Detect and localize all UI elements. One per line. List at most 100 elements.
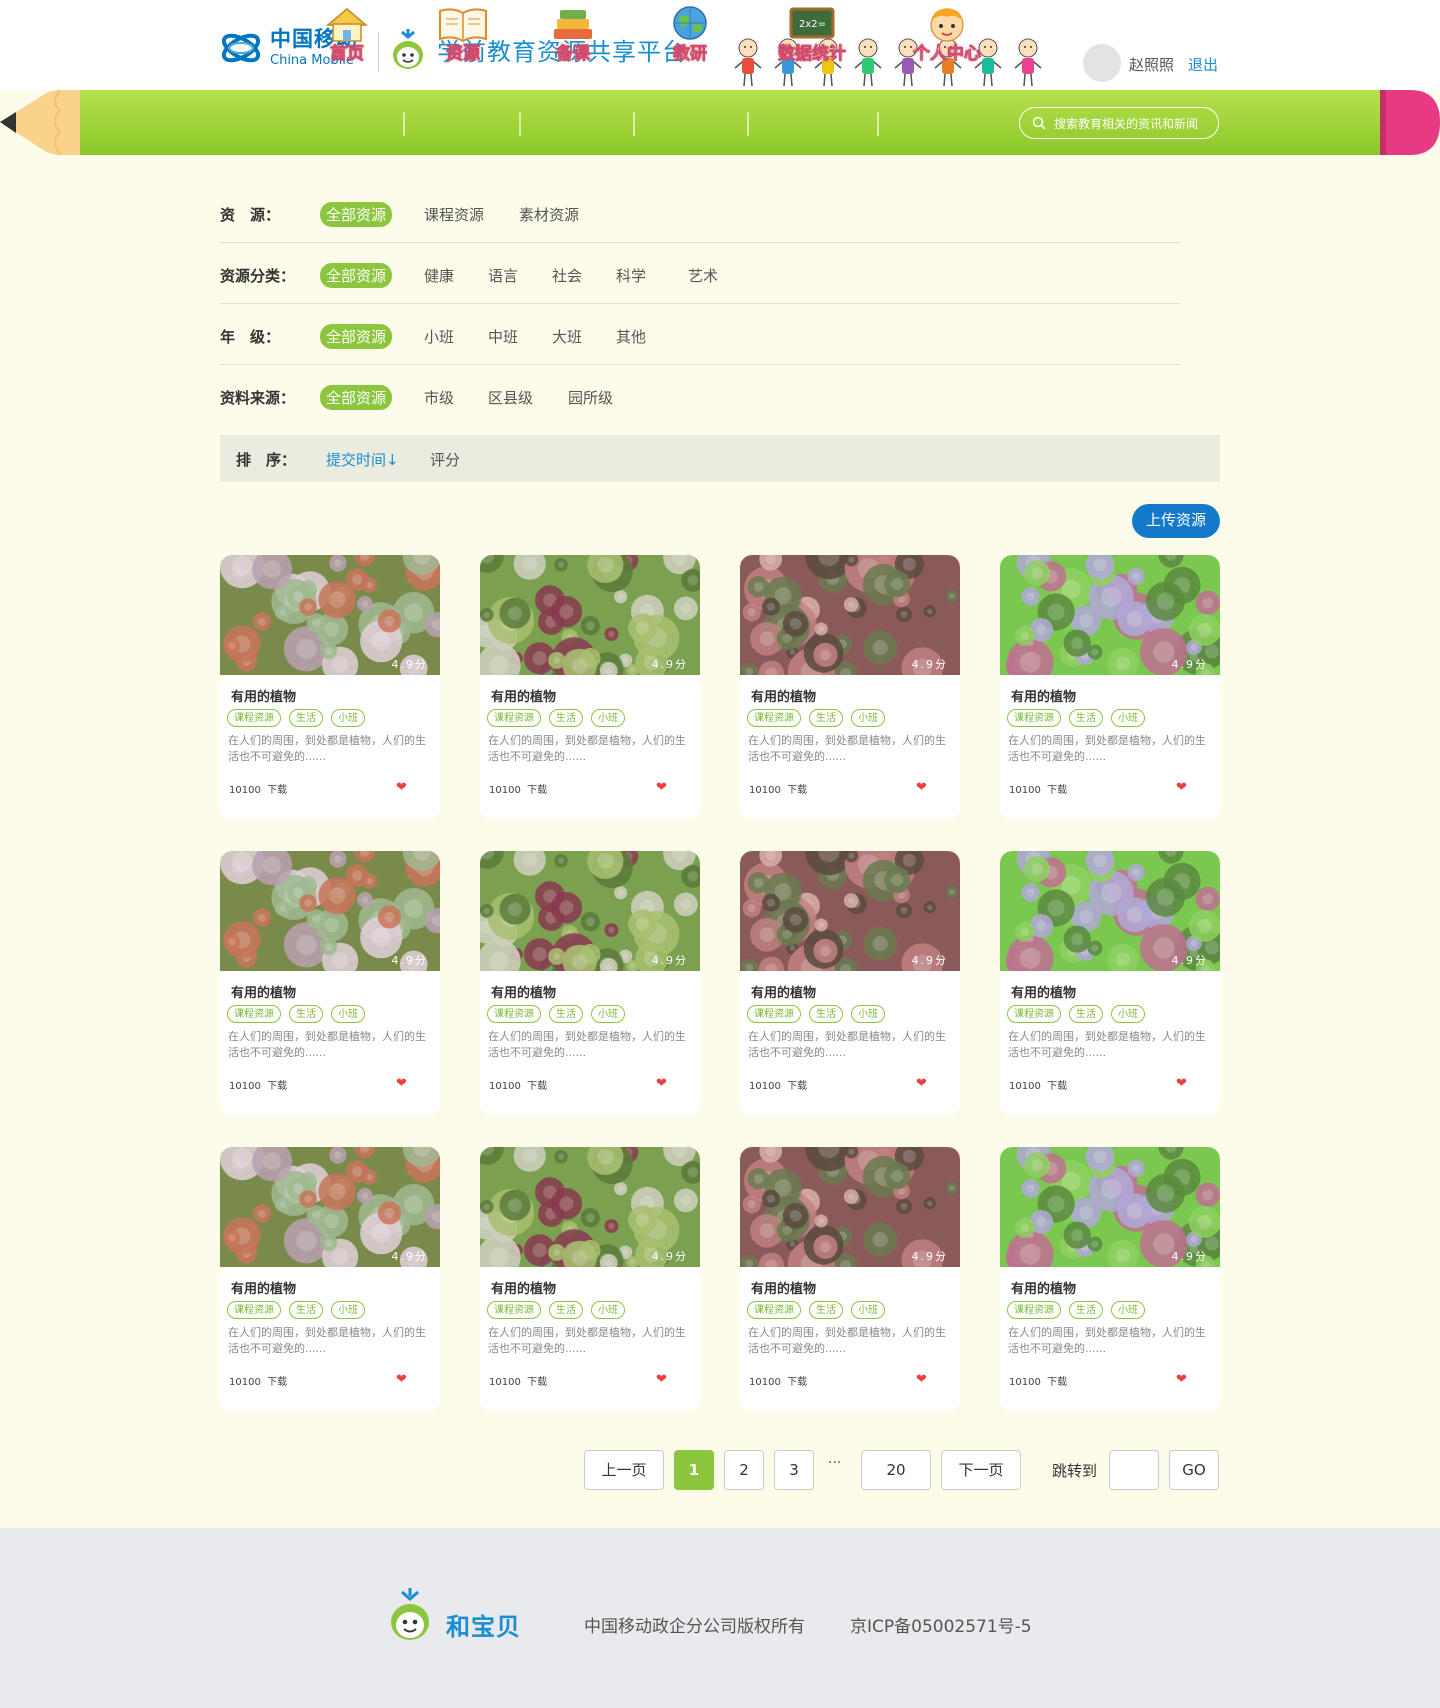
tag-course[interactable]: 课程资源: [747, 1301, 801, 1319]
tag-course[interactable]: 课程资源: [227, 1301, 281, 1319]
nav-item-research[interactable]: 教研: [635, 0, 745, 65]
tag-grade[interactable]: 小班: [851, 1301, 885, 1319]
filter-option[interactable]: 市级: [418, 385, 460, 410]
tag-life[interactable]: 生活: [289, 1005, 323, 1023]
upload-resource-button[interactable]: 上传资源: [1132, 504, 1220, 538]
favorite-heart-icon[interactable]: ❤: [396, 1372, 407, 1387]
tag-course[interactable]: 课程资源: [227, 709, 281, 727]
resource-card[interactable]: 4.9分 有用的植物 课程资源 生活 小班 在人们的周围，到处都是植物，人们的生活也不可避…: [480, 851, 700, 1115]
filter-option[interactable]: 健康: [418, 263, 460, 288]
favorite-heart-icon[interactable]: ❤: [1176, 1372, 1187, 1387]
tag-grade[interactable]: 小班: [1111, 1005, 1145, 1023]
go-button[interactable]: GO: [1169, 1450, 1219, 1490]
tag-grade[interactable]: 小班: [331, 1005, 365, 1023]
tag-life[interactable]: 生活: [1069, 1005, 1103, 1023]
tag-life[interactable]: 生活: [549, 709, 583, 727]
tag-life[interactable]: 生活: [549, 1005, 583, 1023]
tag-life[interactable]: 生活: [809, 1301, 843, 1319]
resource-card[interactable]: 4.9分 有用的植物 课程资源 生活 小班 在人们的周围，到处都是植物，人们的生活也不可避…: [740, 555, 960, 819]
tag-life[interactable]: 生活: [809, 709, 843, 727]
nav-item-home[interactable]: 首页: [292, 0, 402, 65]
filter-option[interactable]: 全部资源: [320, 385, 393, 410]
tag-course[interactable]: 课程资源: [487, 1301, 541, 1319]
resource-card[interactable]: 4.9分 有用的植物 课程资源 生活 小班 在人们的周围，到处都是植物，人们的生活也不可避…: [220, 555, 440, 819]
nav-item-statistics[interactable]: 2x2= 数据统计: [757, 0, 867, 65]
resource-card[interactable]: 4.9分 有用的植物 课程资源 生活 小班 在人们的周围，到处都是植物，人们的生活也不可避…: [740, 1147, 960, 1411]
jump-page-input[interactable]: [1109, 1450, 1159, 1490]
tag-course[interactable]: 课程资源: [1007, 1005, 1061, 1023]
favorite-heart-icon[interactable]: ❤: [656, 1076, 667, 1091]
resource-card[interactable]: 4.9分 有用的植物 课程资源 生活 小班 在人们的周围，到处都是植物，人们的生活也不可避…: [480, 1147, 700, 1411]
tag-course[interactable]: 课程资源: [747, 1005, 801, 1023]
favorite-heart-icon[interactable]: ❤: [916, 1372, 927, 1387]
favorite-heart-icon[interactable]: ❤: [916, 780, 927, 795]
filter-option[interactable]: 大班: [546, 324, 588, 349]
resource-card[interactable]: 4.9分 有用的植物 课程资源 生活 小班 在人们的周围，到处都是植物，人们的生活也不可避…: [740, 851, 960, 1115]
tag-course[interactable]: 课程资源: [1007, 709, 1061, 727]
favorite-heart-icon[interactable]: ❤: [1176, 1076, 1187, 1091]
tag-course[interactable]: 课程资源: [487, 1005, 541, 1023]
tag-grade[interactable]: 小班: [591, 1005, 625, 1023]
tag-life[interactable]: 生活: [809, 1005, 843, 1023]
tag-life[interactable]: 生活: [289, 709, 323, 727]
nav-item-resources[interactable]: 资源: [408, 0, 518, 65]
filter-option[interactable]: 素材资源: [513, 202, 585, 227]
filter-option[interactable]: 全部资源: [320, 324, 393, 349]
tag-grade[interactable]: 小班: [1111, 1301, 1145, 1319]
favorite-heart-icon[interactable]: ❤: [656, 1372, 667, 1387]
filter-option[interactable]: 语言: [482, 263, 524, 288]
resource-card[interactable]: 4.9分 有用的植物 课程资源 生活 小班 在人们的周围，到处都是植物，人们的生活也不可避…: [1000, 1147, 1220, 1411]
tag-course[interactable]: 课程资源: [227, 1005, 281, 1023]
tag-grade[interactable]: 小班: [851, 1005, 885, 1023]
next-page-button[interactable]: 下一页: [941, 1450, 1021, 1490]
filter-option[interactable]: 社会: [546, 263, 588, 288]
resource-card[interactable]: 4.9分 有用的植物 课程资源 生活 小班 在人们的周围，到处都是植物，人们的生活也不可避…: [220, 851, 440, 1115]
page-button-1[interactable]: 1: [674, 1450, 714, 1490]
sort-by-score[interactable]: 评分: [430, 449, 460, 470]
tag-grade[interactable]: 小班: [591, 1301, 625, 1319]
page-button-2[interactable]: 2: [724, 1450, 764, 1490]
tag-grade[interactable]: 小班: [331, 1301, 365, 1319]
search-input[interactable]: 搜索教育相关的资讯和新闻: [1019, 107, 1219, 139]
tag-life[interactable]: 生活: [289, 1301, 323, 1319]
filter-option[interactable]: 园所级: [562, 385, 619, 410]
logout-link[interactable]: 退出: [1188, 54, 1218, 75]
favorite-heart-icon[interactable]: ❤: [656, 780, 667, 795]
resource-card[interactable]: 4.9分 有用的植物 课程资源 生活 小班 在人们的周围，到处都是植物，人们的生活也不可避…: [220, 1147, 440, 1411]
filter-option[interactable]: 其他: [610, 324, 652, 349]
tag-grade[interactable]: 小班: [1111, 709, 1145, 727]
filter-option[interactable]: 课程资源: [418, 202, 490, 227]
favorite-heart-icon[interactable]: ❤: [396, 1076, 407, 1091]
tag-life[interactable]: 生活: [549, 1301, 583, 1319]
tag-course[interactable]: 课程资源: [1007, 1301, 1061, 1319]
filter-option[interactable]: 全部资源: [320, 263, 393, 288]
nav-item-personal-center[interactable]: 个人中心: [887, 0, 1007, 65]
filter-option[interactable]: 艺术: [682, 263, 724, 288]
favorite-heart-icon[interactable]: ❤: [916, 1076, 927, 1091]
filter-option[interactable]: 区县级: [482, 385, 539, 410]
sort-by-time[interactable]: 提交时间↓: [326, 449, 399, 470]
page-ellipsis: ···: [828, 1455, 842, 1471]
filter-option[interactable]: 中班: [482, 324, 524, 349]
prev-page-button[interactable]: 上一页: [584, 1450, 664, 1490]
filter-option[interactable]: 科学: [610, 263, 652, 288]
page-button-3[interactable]: 3: [774, 1450, 814, 1490]
page-button-last[interactable]: 20: [861, 1450, 931, 1490]
nav-item-lesson-prep[interactable]: 备课: [518, 0, 628, 65]
resource-card[interactable]: 4.9分 有用的植物 课程资源 生活 小班 在人们的周围，到处都是植物，人们的生活也不可避…: [1000, 851, 1220, 1115]
filter-option[interactable]: 小班: [418, 324, 460, 349]
favorite-heart-icon[interactable]: ❤: [1176, 780, 1187, 795]
resource-card[interactable]: 4.9分 有用的植物 课程资源 生活 小班 在人们的周围，到处都是植物，人们的生活也不可避…: [1000, 555, 1220, 819]
avatar[interactable]: [1083, 44, 1121, 82]
favorite-heart-icon[interactable]: ❤: [396, 780, 407, 795]
download-label: 下载: [787, 1377, 808, 1388]
tag-course[interactable]: 课程资源: [747, 709, 801, 727]
resource-card[interactable]: 4.9分 有用的植物 课程资源 生活 小班 在人们的周围，到处都是植物，人们的生活也不可避…: [480, 555, 700, 819]
tag-life[interactable]: 生活: [1069, 709, 1103, 727]
tag-grade[interactable]: 小班: [851, 709, 885, 727]
tag-course[interactable]: 课程资源: [487, 709, 541, 727]
tag-grade[interactable]: 小班: [591, 709, 625, 727]
filter-option[interactable]: 全部资源: [320, 202, 393, 227]
tag-life[interactable]: 生活: [1069, 1301, 1103, 1319]
tag-grade[interactable]: 小班: [331, 709, 365, 727]
